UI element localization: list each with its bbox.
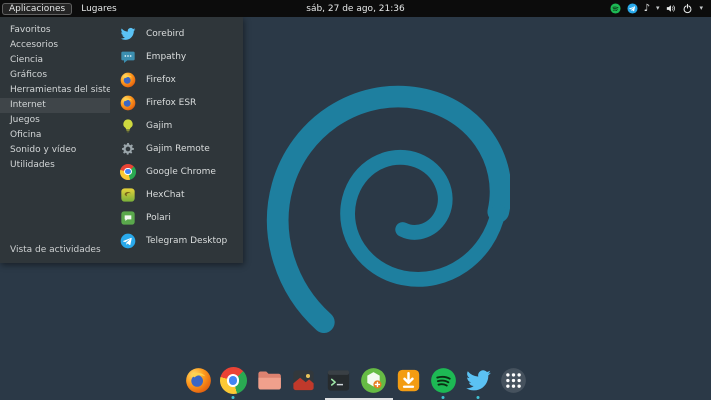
app-label: Google Chrome (146, 167, 216, 177)
volume-icon[interactable] (665, 3, 676, 14)
dock-item-chrome[interactable] (220, 367, 247, 394)
category-internet[interactable]: Internet (0, 98, 110, 113)
caret-down-icon[interactable]: ▾ (699, 5, 703, 12)
category-favoritos[interactable]: Favoritos (0, 23, 110, 38)
category-list: Favoritos Accesorios Ciencia Gráficos He… (0, 23, 110, 173)
chrome-icon (120, 164, 136, 180)
category-graficos[interactable]: Gráficos (0, 68, 110, 83)
running-indicator-dot (232, 396, 235, 399)
firefox-icon (185, 367, 212, 394)
spotify-icon[interactable] (610, 3, 621, 14)
app-label: Empathy (146, 52, 186, 62)
app-label: Corebird (146, 29, 184, 39)
twitter-bird-icon (120, 26, 136, 42)
dock-item-firefox[interactable] (185, 367, 212, 394)
software-center-icon (360, 367, 387, 394)
category-ciencia[interactable]: Ciencia (0, 53, 110, 68)
telegram-icon (120, 233, 136, 249)
photos-app-icon (290, 367, 317, 394)
downloads-icon (395, 367, 422, 394)
desktop: Aplicaciones Lugares sáb, 27 de ago, 21:… (0, 0, 711, 400)
running-indicator-dot (477, 396, 480, 399)
dock (185, 367, 527, 394)
telegram-icon[interactable] (627, 3, 638, 14)
chat-bubble-icon (120, 49, 136, 65)
app-item-telegram-desktop[interactable]: Telegram Desktop (112, 229, 242, 252)
app-item-empathy[interactable]: Empathy (112, 45, 242, 68)
category-utilidades[interactable]: Utilidades (0, 158, 110, 173)
app-label: Gajim Remote (146, 144, 210, 154)
app-label: Firefox (146, 75, 176, 85)
category-juegos[interactable]: Juegos (0, 113, 110, 128)
app-label: Gajim (146, 121, 172, 131)
places-menu-button[interactable]: Lugares (74, 3, 124, 15)
app-item-corebird[interactable]: Corebird (112, 22, 242, 45)
files-folder-icon (255, 367, 282, 394)
category-accesorios[interactable]: Accesorios (0, 38, 110, 53)
dock-item-downloads[interactable] (395, 367, 422, 394)
dock-item-app-grid[interactable] (500, 367, 527, 394)
app-item-gajim[interactable]: Gajim (112, 114, 242, 137)
spotify-icon (430, 367, 457, 394)
clock[interactable]: sáb, 27 de ago, 21:36 (306, 4, 404, 14)
power-icon[interactable] (682, 3, 693, 14)
app-list: Corebird Empathy Firefox Firefox ESR (112, 22, 242, 252)
app-item-google-chrome[interactable]: Google Chrome (112, 160, 242, 183)
caret-down-icon[interactable]: ▾ (656, 5, 660, 12)
chrome-icon (220, 367, 247, 394)
app-grid-icon (500, 367, 527, 394)
firefox-icon (120, 95, 136, 111)
dock-item-twitter[interactable] (465, 367, 492, 394)
app-item-gajim-remote[interactable]: Gajim Remote (112, 137, 242, 160)
top-bar: Aplicaciones Lugares sáb, 27 de ago, 21:… (0, 0, 711, 17)
app-item-firefox[interactable]: Firefox (112, 68, 242, 91)
debian-swirl-logo (252, 58, 510, 334)
category-sonido-y-video[interactable]: Sonido y vídeo (0, 143, 110, 158)
applications-menu-button[interactable]: Aplicaciones (2, 3, 72, 15)
music-note-icon[interactable]: ♪ (644, 4, 650, 14)
dock-item-terminal[interactable] (325, 367, 352, 394)
app-item-polari[interactable]: Polari (112, 206, 242, 229)
dock-item-spotify[interactable] (430, 367, 457, 394)
app-label: Telegram Desktop (146, 236, 227, 246)
running-indicator-dot (442, 396, 445, 399)
dock-item-software-center[interactable] (360, 367, 387, 394)
polari-icon (120, 210, 136, 226)
app-label: HexChat (146, 190, 185, 200)
category-herramientas-del-sistema[interactable]: Herramientas del sistema (0, 83, 110, 98)
dock-item-files[interactable] (255, 367, 282, 394)
hexchat-icon (120, 187, 136, 203)
activities-overview-link[interactable]: Vista de actividades (10, 245, 101, 255)
firefox-icon (120, 72, 136, 88)
twitter-icon (465, 367, 492, 394)
app-item-hexchat[interactable]: HexChat (112, 183, 242, 206)
app-label: Firefox ESR (146, 98, 196, 108)
system-tray: ♪ ▾ ▾ (610, 3, 711, 14)
terminal-icon (325, 367, 352, 394)
lightbulb-icon (120, 118, 136, 134)
app-item-firefox-esr[interactable]: Firefox ESR (112, 91, 242, 114)
applications-menu-panel: Favoritos Accesorios Ciencia Gráficos He… (0, 17, 243, 263)
app-label: Polari (146, 213, 171, 223)
category-oficina[interactable]: Oficina (0, 128, 110, 143)
dock-item-photos-app[interactable] (290, 367, 317, 394)
gear-icon (120, 141, 136, 157)
